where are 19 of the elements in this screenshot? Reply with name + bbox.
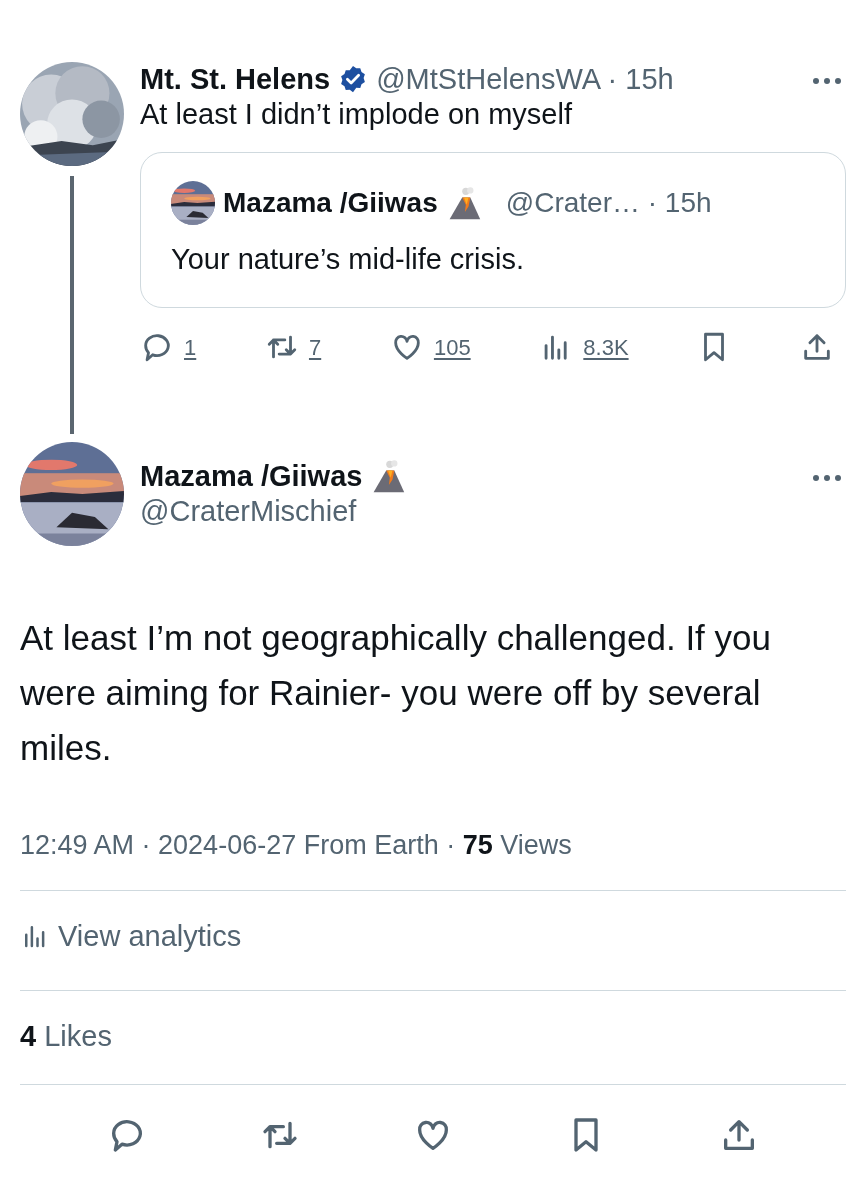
views-button[interactable]: 8.3K	[539, 330, 629, 364]
ellipsis-icon	[812, 77, 842, 86]
quoted-tweet-text: Your nature’s mid-life crisis.	[171, 242, 525, 277]
handle-and-time: @Crater… · 15h	[505, 186, 712, 220]
reply-button[interactable]: 1	[140, 330, 197, 364]
ellipsis-icon	[812, 474, 842, 483]
quoted-tweet-card[interactable]: Mazama /Giiwas @Crater… · 15h Your nature’s mid-life crisis.	[140, 152, 846, 308]
view-analytics-link[interactable]: View analytics	[20, 914, 242, 958]
tweet-text: At least I didn’t implode on myself	[140, 97, 573, 132]
tweet-text: At least I’m not geographically challenged. If you were aiming for Rainier- you were off by several miles.	[20, 617, 772, 769]
author-name: Mazama /Giiwas	[223, 186, 438, 220]
like-button[interactable]: 105	[389, 330, 471, 364]
author-name: Mt. St. Helens	[140, 62, 331, 96]
likes-count[interactable]: 4 Likes	[20, 1019, 112, 1052]
repost-button[interactable]: 7	[264, 330, 322, 364]
handle-and-time: @MtStHelensWA · 15h	[376, 62, 675, 96]
author-handle: @CraterMischief	[140, 494, 358, 528]
timestamp: 12:49 AM · 2024-06-27 From Earth · 75 Views	[20, 829, 573, 862]
author-name: Mazama /Giiwas	[140, 459, 363, 493]
